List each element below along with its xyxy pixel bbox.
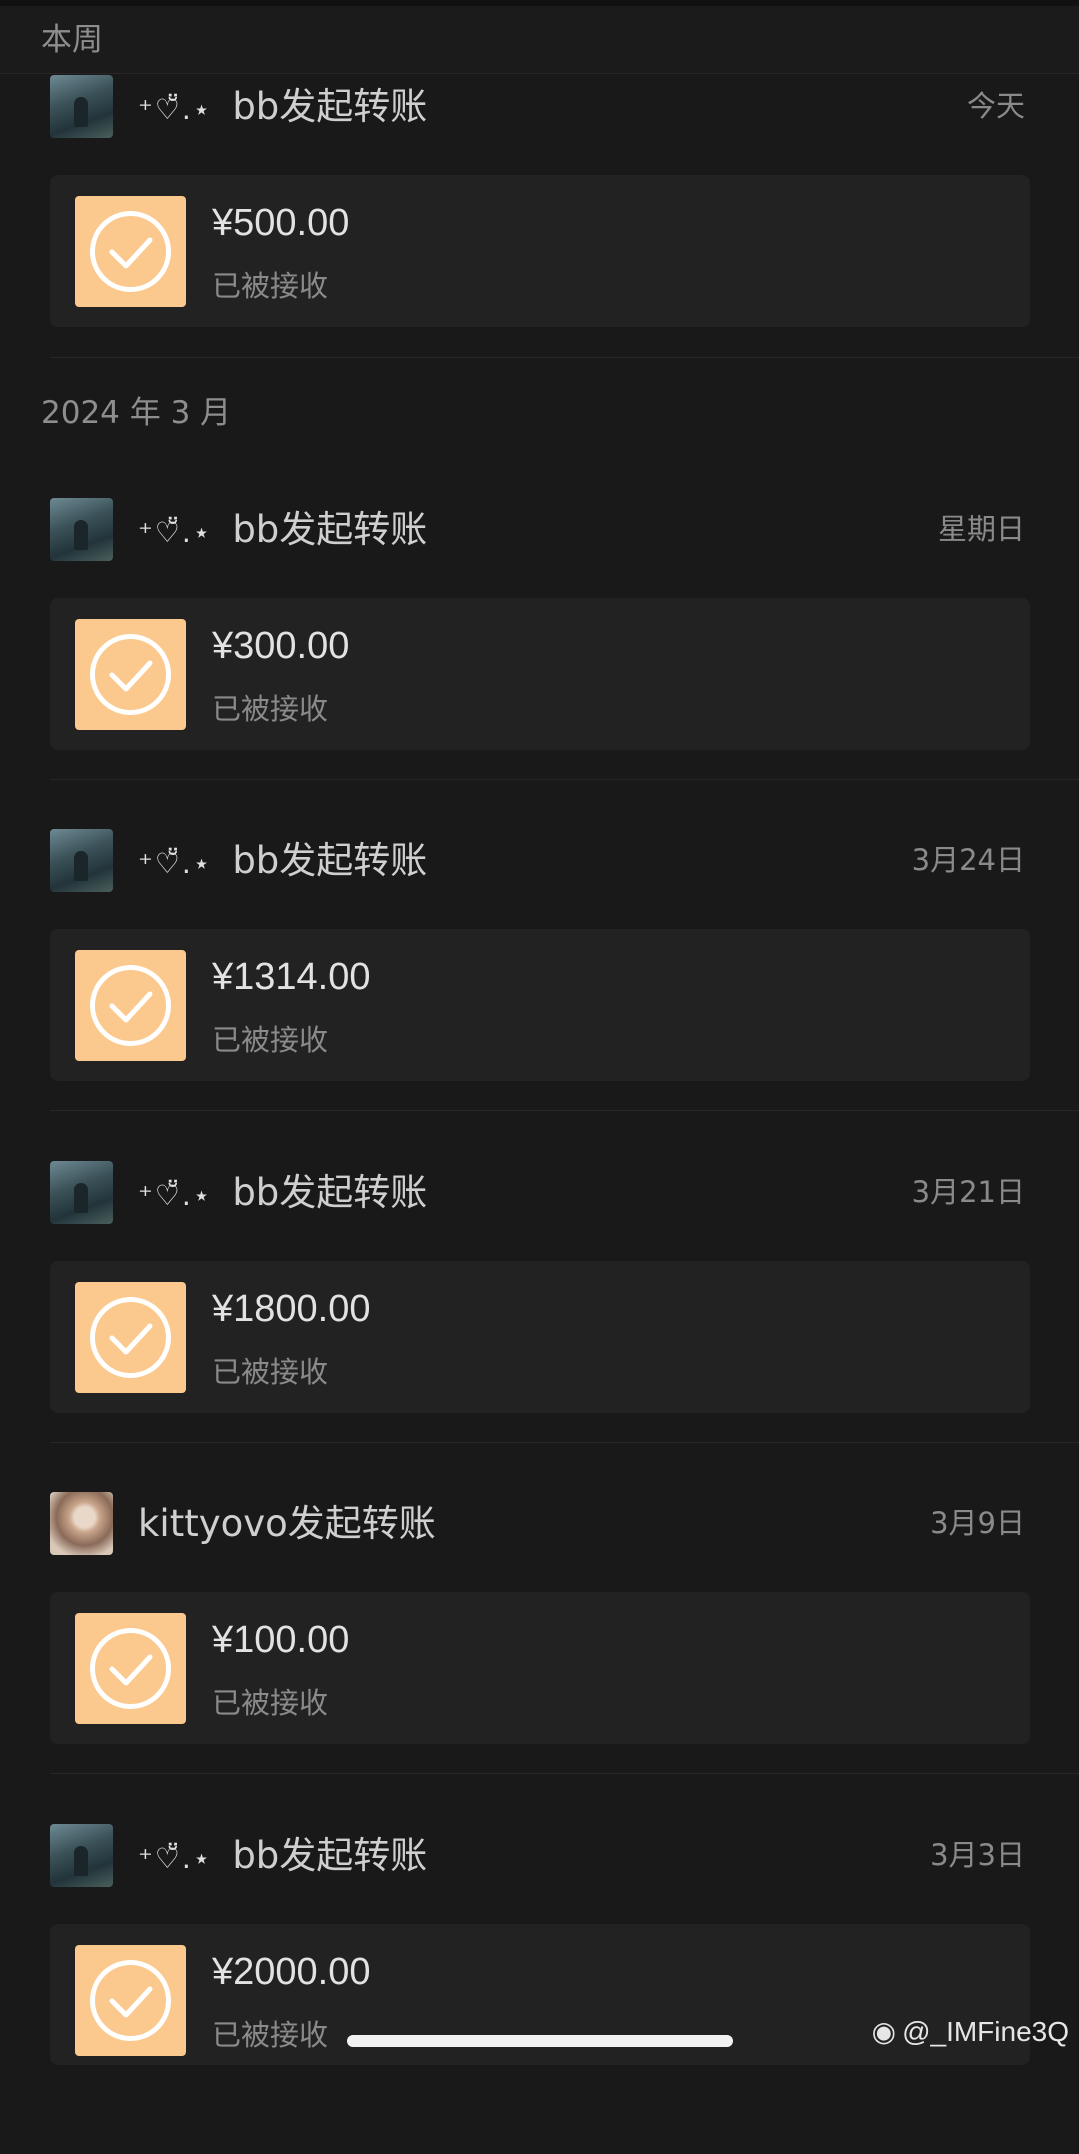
forest-avatar[interactable] [50, 75, 113, 138]
transfer-title: kittyovo发起转账 [138, 1502, 436, 1545]
sender-name: ⁺♡̆̈.⋆ bb发起转账 [138, 829, 427, 892]
check-circle-icon [75, 1613, 186, 1724]
sender-name: ⁺♡̆̈.⋆ bb发起转账 [138, 498, 427, 561]
transfer-amount: ¥1800.00 [212, 1288, 371, 1330]
transfer-date: 星期日 [937, 512, 1025, 546]
transfer-title: bb发起转账 [232, 85, 428, 128]
transfer-date: 今天 [966, 89, 1025, 123]
check-circle-icon [75, 1945, 186, 2056]
sender-name: ⁺♡̆̈.⋆ bb发起转账 [138, 1824, 427, 1887]
divider [50, 1442, 1079, 1443]
check-circle-icon [75, 619, 186, 730]
divider [50, 1110, 1079, 1111]
transfer-amount: ¥100.00 [212, 1619, 350, 1661]
transfer-amount: ¥500.00 [212, 202, 350, 244]
check-circle-icon [75, 1282, 186, 1393]
sender-nickname: ⁺♡̆̈.⋆ [138, 1842, 213, 1875]
check-circle-icon [75, 196, 186, 307]
home-indicator[interactable] [347, 2035, 733, 2047]
transfer-title: bb发起转账 [232, 839, 428, 882]
transfer-status: 已被接收 [212, 1686, 329, 1720]
transfer-amount: ¥300.00 [212, 625, 350, 667]
transfer-status: 已被接收 [212, 692, 329, 726]
transfer-status: 已被接收 [212, 269, 329, 303]
transfer-status: 已被接收 [212, 1355, 329, 1389]
transfer-amount: ¥1314.00 [212, 956, 371, 998]
sender-name: ⁺♡̆̈.⋆ bb发起转账 [138, 1161, 427, 1224]
transfer-title: bb发起转账 [232, 508, 428, 551]
divider [50, 1773, 1079, 1774]
transfer-card[interactable]: ¥1314.00 已被接收 [50, 929, 1030, 1081]
transfer-card[interactable]: ¥500.00 已被接收 [50, 175, 1030, 327]
section-header-this-week: 本周 [0, 6, 1079, 74]
weibo-icon: ◉ [871, 2016, 897, 2047]
check-circle-icon [75, 950, 186, 1061]
transfer-title: bb发起转账 [232, 1171, 428, 1214]
sender-name: kittyovo发起转账 [138, 1492, 436, 1555]
forest-avatar[interactable] [50, 1161, 113, 1224]
transfer-date: 3月24日 [911, 843, 1025, 877]
divider [50, 357, 1079, 358]
watermark-text: @_IMFine3Q [902, 2016, 1069, 2047]
transfer-status: 已被接收 [212, 2018, 329, 2052]
sender-nickname: ⁺♡̆̈.⋆ [138, 847, 213, 880]
transfer-date: 3月21日 [911, 1175, 1025, 1209]
transfer-date: 3月3日 [930, 1838, 1025, 1872]
sender-nickname: ⁺♡̆̈.⋆ [138, 1179, 213, 1212]
sender-nickname: ⁺♡̆̈.⋆ [138, 93, 213, 126]
transfer-amount: ¥2000.00 [212, 1951, 371, 1993]
transfer-card[interactable]: ¥300.00 已被接收 [50, 598, 1030, 750]
transfer-title: bb发起转账 [232, 1834, 428, 1877]
selfie-avatar[interactable] [50, 1492, 113, 1555]
forest-avatar[interactable] [50, 498, 113, 561]
transfer-card[interactable]: ¥100.00 已被接收 [50, 1592, 1030, 1744]
watermark: ◉ @_IMFine3Q [872, 2015, 1069, 2048]
forest-avatar[interactable] [50, 829, 113, 892]
transfer-status: 已被接收 [212, 1023, 329, 1057]
transfer-record[interactable]: ⁺♡̆̈.⋆ bb发起转账 今天 ¥500.00 已被接收 [0, 75, 1079, 405]
divider [50, 779, 1079, 780]
transfer-record[interactable]: ⁺♡̆̈.⋆ bb发起转账 3月3日 ¥2000.00 已被接收 [0, 1824, 1079, 2154]
transfer-date: 3月9日 [930, 1506, 1025, 1540]
forest-avatar[interactable] [50, 1824, 113, 1887]
sender-nickname: ⁺♡̆̈.⋆ [138, 516, 213, 549]
transfer-card[interactable]: ¥1800.00 已被接收 [50, 1261, 1030, 1413]
sender-name: ⁺♡̆̈.⋆ bb发起转账 [138, 75, 427, 138]
section-header-march: 2024 年 3 月 [41, 395, 232, 431]
